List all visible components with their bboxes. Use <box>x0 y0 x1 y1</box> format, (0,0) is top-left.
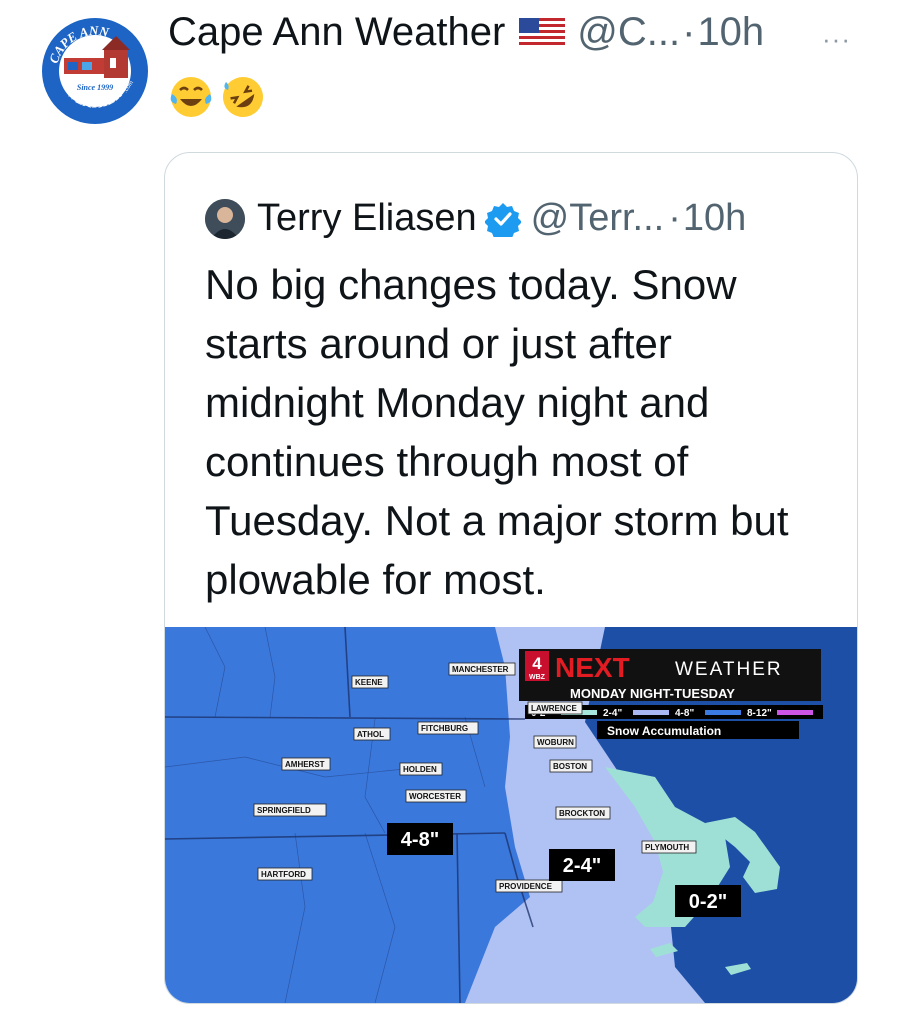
town-fitchburg: FITCHBURG <box>417 721 479 735</box>
total-west: 4-8" <box>387 823 453 855</box>
quoted-handle[interactable]: @Terr... <box>531 197 665 240</box>
brand-weather: WEATHER <box>675 659 783 680</box>
profile-avatar[interactable]: CAPE ANN WEATHER .com Since 1999 <box>42 18 148 124</box>
legend-label-3: 8-12" <box>747 708 772 719</box>
svg-text:AMHERST: AMHERST <box>285 760 325 769</box>
svg-text:KEENE: KEENE <box>355 678 383 687</box>
brand-next: NEXT <box>555 652 630 683</box>
more-options-icon[interactable]: ··· <box>822 24 851 55</box>
total-east: 0-2" <box>675 885 741 917</box>
legend-swatch-3 <box>777 710 813 715</box>
legend-title: Snow Accumulation <box>607 724 721 738</box>
quoted-avatar[interactable] <box>205 198 245 239</box>
svg-text:ATHOL: ATHOL <box>357 730 384 739</box>
legend-label-2: 4-8" <box>675 708 694 719</box>
svg-text:WORCESTER: WORCESTER <box>409 792 461 801</box>
face-with-tears-of-joy-icon <box>170 77 212 117</box>
town-plymouth: PLYMOUTH <box>641 840 697 854</box>
handle[interactable]: @C... <box>577 10 680 55</box>
svg-text:BOSTON: BOSTON <box>553 762 587 771</box>
legend-swatch-2 <box>705 710 741 715</box>
tweet-text <box>168 74 266 120</box>
quoted-tweet-header: Terry Eliasen @Terr... · 10h <box>205 197 746 240</box>
svg-text:WOBURN: WOBURN <box>537 738 574 747</box>
town-amherst: AMHERST <box>281 757 331 771</box>
svg-text:HOLDEN: HOLDEN <box>403 765 437 774</box>
town-woburn: WOBURN <box>533 735 577 749</box>
rolling-on-floor-laughing-icon <box>223 77 263 117</box>
display-name[interactable]: Cape Ann Weather <box>168 10 505 55</box>
town-athol: ATHOL <box>353 727 391 741</box>
avatar-since: Since 1999 <box>77 83 113 92</box>
svg-text:PLYMOUTH: PLYMOUTH <box>645 843 689 852</box>
quoted-display-name[interactable]: Terry Eliasen <box>257 197 477 240</box>
town-springfield: SPRINGFIELD <box>253 803 327 817</box>
svg-text:MANCHESTER: MANCHESTER <box>452 665 509 674</box>
total-middle: 2-4" <box>549 849 615 881</box>
verified-badge-icon <box>484 202 521 237</box>
legend-swatch-1 <box>633 710 669 715</box>
quoted-timestamp[interactable]: 10h <box>683 197 746 240</box>
quoted-text: No big changes today. Snow starts around… <box>205 261 789 603</box>
town-lawrence: LAWRENCE <box>527 701 583 715</box>
town-worcester: WORCESTER <box>405 789 467 803</box>
brand-number: 4 <box>532 654 542 673</box>
tweet-header: Cape Ann Weather @C... · 10h <box>168 10 764 55</box>
svg-text:PROVIDENCE: PROVIDENCE <box>499 882 553 891</box>
town-holden: HOLDEN <box>399 762 443 776</box>
town-boston: BOSTON <box>549 759 593 773</box>
timestamp[interactable]: 10h <box>697 10 764 55</box>
town-providence: PROVIDENCE <box>495 879 563 893</box>
svg-text:0-2": 0-2" <box>689 891 727 913</box>
svg-text:FITCHBURG: FITCHBURG <box>421 724 468 733</box>
brand-small: WBZ <box>529 674 546 681</box>
quoted-separator: · <box>668 197 681 239</box>
quoted-tweet[interactable]: Terry Eliasen @Terr... · 10h No big chan… <box>164 152 858 1004</box>
svg-text:BROCKTON: BROCKTON <box>559 809 605 818</box>
town-brockton: BROCKTON <box>555 806 611 820</box>
separator-dot: · <box>682 10 696 54</box>
town-hartford: HARTFORD <box>257 867 313 881</box>
map-subtitle: MONDAY NIGHT-TUESDAY <box>570 686 735 701</box>
svg-text:4-8": 4-8" <box>401 829 439 851</box>
svg-text:HARTFORD: HARTFORD <box>261 870 306 879</box>
snow-forecast-map[interactable]: 4 WBZ NEXT WEATHER MONDAY NIGHT-TUESDAY … <box>165 627 857 1003</box>
svg-text:LAWRENCE: LAWRENCE <box>531 704 577 713</box>
svg-text:SPRINGFIELD: SPRINGFIELD <box>257 806 311 815</box>
svg-text:2-4": 2-4" <box>563 855 601 877</box>
us-flag-icon <box>519 17 566 48</box>
town-manchester: MANCHESTER <box>448 662 516 676</box>
legend-label-1: 2-4" <box>603 708 622 719</box>
town-keene: KEENE <box>351 675 389 689</box>
